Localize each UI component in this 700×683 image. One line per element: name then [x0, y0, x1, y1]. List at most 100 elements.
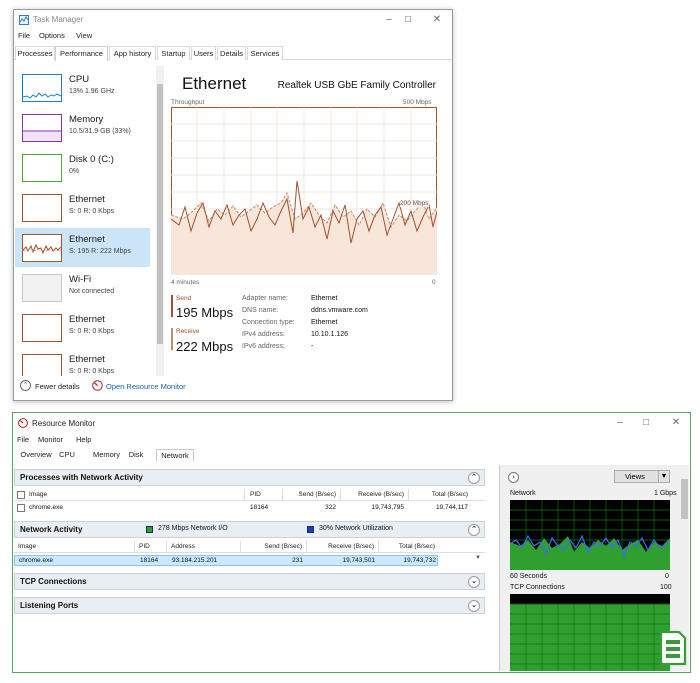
column-image[interactable]: Image — [29, 491, 47, 498]
close-button[interactable]: ✕ — [667, 416, 685, 430]
section-processes-header[interactable]: Processes with Network Activity ⌃ — [14, 469, 485, 486]
column-total[interactable]: Total (B/sec) — [380, 543, 435, 550]
tab-startup[interactable]: Startup — [157, 46, 190, 60]
detail-value: Ethernet — [311, 295, 338, 302]
chevron-down-icon[interactable]: ⌄ — [468, 576, 480, 588]
sidebar-item-ethernet-2[interactable]: Ethernet S: 195 R: 222 Mbps — [15, 228, 150, 267]
chevron-up-icon[interactable]: ⌃ — [468, 472, 480, 484]
column-image[interactable]: Image — [18, 543, 36, 550]
section-network-activity-header[interactable]: Network Activity 278 Mbps Network I/O 30… — [14, 521, 485, 538]
scrollbar-thumb[interactable] — [157, 84, 163, 344]
max-throughput-label: 500 Mbps — [403, 99, 432, 106]
sidebar-item-sub: S: 195 R: 222 Mbps — [69, 248, 131, 255]
column-separator — [306, 541, 307, 553]
sidebar-item-cpu[interactable]: CPU 13% 1.96 GHz — [15, 68, 150, 107]
tcp-graph-max: 100 — [660, 584, 672, 591]
tab-app-history[interactable]: App history — [109, 46, 156, 60]
time-range-label: 4 minutes — [171, 279, 200, 286]
sidebar-item-label: CPU — [69, 74, 90, 85]
column-pid[interactable]: PID — [250, 491, 261, 498]
network-time-label: 60 Seconds — [510, 573, 547, 580]
ethernet-thumbnail — [22, 234, 62, 262]
column-send[interactable]: Send (B/sec) — [244, 543, 302, 550]
sidebar-item-ethernet-4[interactable]: Ethernet S: 0 R: 0 Kbps — [15, 348, 150, 376]
table-row[interactable]: chrome.exe 18164 322 19,743,795 19,744,1… — [14, 502, 485, 513]
minimize-button[interactable]: – — [611, 416, 629, 430]
chevron-up-icon[interactable]: ⌃ — [468, 524, 480, 536]
detail-value: 10.10.1.126 — [311, 331, 348, 338]
sidebar-item-label: Ethernet — [69, 194, 105, 205]
column-separator — [166, 541, 167, 553]
cell-address: 93.184.215.201 — [172, 557, 218, 564]
maximize-button[interactable]: □ — [399, 13, 417, 27]
column-receive[interactable]: Receive (B/sec) — [310, 543, 374, 550]
cell-pid: 18164 — [140, 557, 159, 564]
cell-image: chrome.exe — [29, 504, 63, 511]
minimize-button[interactable]: – — [380, 13, 398, 27]
network-utilization-label: 30% Network Utilization — [319, 525, 393, 532]
throughput-label: Throughput — [171, 99, 205, 106]
select-all-checkbox[interactable] — [17, 491, 25, 499]
tab-processes[interactable]: Processes — [15, 46, 55, 60]
sidebar-item-disk[interactable]: Disk 0 (C:) 0% — [15, 148, 150, 187]
sidebar-item-sub: 13% 1.96 GHz — [69, 88, 115, 95]
views-button[interactable]: Views — [614, 470, 664, 483]
menu-bar: File Options View — [14, 31, 452, 43]
sidebar-item-label: Disk 0 (C:) — [69, 154, 114, 165]
tab-details[interactable]: Details — [217, 46, 246, 60]
section-listening-header[interactable]: Listening Ports ⌄ — [14, 597, 485, 614]
column-pid[interactable]: PID — [139, 543, 150, 550]
tab-users[interactable]: Users — [191, 46, 216, 60]
sidebar-item-ethernet-1[interactable]: Ethernet S: 0 R: 0 Kbps — [15, 188, 150, 227]
detail-value: - — [311, 343, 314, 350]
scroll-down-icon[interactable]: ▼ — [474, 555, 482, 565]
column-total[interactable]: Total (B/sec) — [412, 491, 468, 498]
sidebar-item-memory[interactable]: Memory 10.5/31.9 GB (33%) — [15, 108, 150, 147]
ethernet-thumbnail — [22, 194, 62, 222]
tab-overview[interactable]: Overview — [17, 449, 55, 462]
scrollbar-thumb[interactable] — [681, 479, 688, 519]
views-dropdown-icon[interactable]: ▼ — [658, 470, 670, 483]
cpu-thumbnail — [22, 74, 62, 102]
performance-sidebar: CPU 13% 1.96 GHz Memory 10.5/31.9 GB (33… — [15, 66, 155, 376]
maximize-button[interactable]: □ — [637, 416, 655, 430]
table-row[interactable]: chrome.exe 18164 93.184.215.201 231 19,7… — [14, 555, 438, 566]
fewer-details-button[interactable]: Fewer details — [35, 382, 80, 391]
tcp-graph — [510, 594, 670, 671]
network-graph — [510, 500, 670, 570]
tab-network[interactable]: Network — [156, 449, 194, 462]
column-send[interactable]: Send (B/sec) — [284, 491, 336, 498]
chevron-right-icon[interactable]: › — [508, 472, 519, 483]
close-button[interactable]: ✕ — [428, 13, 446, 27]
menu-view[interactable]: View — [76, 31, 92, 40]
column-receive[interactable]: Receive (B/sec) — [344, 491, 404, 498]
tab-services[interactable]: Services — [247, 46, 283, 60]
sidebar-item-ethernet-3[interactable]: Ethernet S: 0 R: 0 Kbps — [15, 308, 150, 347]
menu-monitor[interactable]: Monitor — [38, 435, 63, 444]
tab-memory[interactable]: Memory — [89, 449, 124, 462]
chevron-down-icon[interactable]: ⌄ — [468, 600, 480, 612]
menu-file[interactable]: File — [17, 435, 29, 444]
tab-performance[interactable]: Performance — [55, 46, 108, 61]
disk-thumbnail — [22, 154, 62, 182]
menu-file[interactable]: File — [18, 31, 30, 40]
title-bar[interactable]: Task Manager – □ ✕ — [14, 10, 452, 30]
tab-cpu[interactable]: CPU — [56, 449, 78, 462]
section-tcp-header[interactable]: TCP Connections ⌄ — [14, 573, 485, 590]
sidebar-scrollbar[interactable] — [156, 66, 164, 376]
tab-disk[interactable]: Disk — [125, 449, 147, 462]
sidebar-item-sub: 10.5/31.9 GB (33%) — [69, 128, 131, 135]
network-table-header: Image PID Address Send (B/sec) Receive (… — [14, 541, 485, 553]
task-manager-window: Task Manager – □ ✕ File Options View Pro… — [13, 9, 453, 401]
sidebar-item-wifi[interactable]: Wi-Fi Not connected — [15, 268, 150, 307]
column-separator — [408, 489, 409, 501]
column-address[interactable]: Address — [171, 543, 195, 550]
section-title: Listening Ports — [20, 601, 79, 610]
row-checkbox[interactable] — [17, 504, 25, 512]
menu-options[interactable]: Options — [39, 31, 65, 40]
cell-image: chrome.exe — [19, 557, 53, 564]
menu-help[interactable]: Help — [76, 435, 91, 444]
send-indicator — [171, 295, 173, 317]
open-resource-monitor-link[interactable]: Open Resource Monitor — [106, 382, 186, 391]
chevron-up-icon[interactable]: ⌃ — [20, 380, 31, 391]
